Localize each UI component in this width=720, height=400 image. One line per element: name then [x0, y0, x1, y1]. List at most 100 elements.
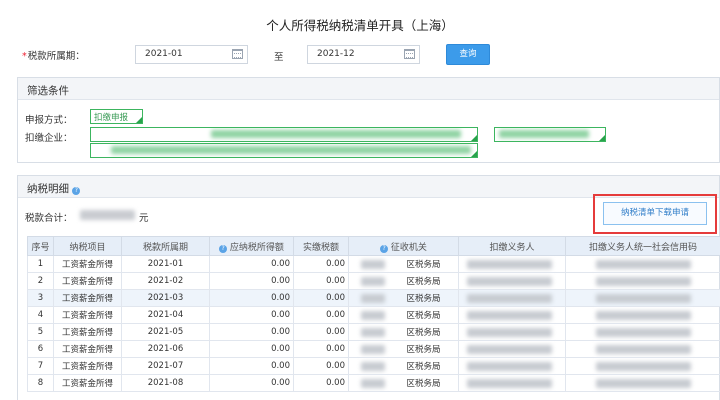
- cell-period: 2021-04: [122, 307, 210, 324]
- highlight-box: [593, 194, 717, 234]
- redacted-withholder: [467, 379, 552, 388]
- table-row[interactable]: 8工资薪金所得2021-080.000.00区税务局: [28, 375, 720, 392]
- redacted-district: [361, 260, 385, 269]
- total-unit: 元: [139, 210, 149, 224]
- col-header: 纳税项目: [54, 237, 122, 256]
- col-header: 扣缴义务人统一社会信用码: [566, 237, 720, 256]
- redacted-credit-code: [596, 345, 691, 354]
- redacted-district: [361, 362, 385, 371]
- cell-no: 2: [28, 273, 54, 290]
- redacted-credit-code: [596, 362, 691, 371]
- cell-period: 2021-05: [122, 324, 210, 341]
- cell-taxable: 0.00: [210, 358, 294, 375]
- col-header: 序号: [28, 237, 54, 256]
- redacted-total: [80, 210, 135, 220]
- total-label: 税款合计：: [25, 210, 73, 224]
- method-tag[interactable]: 扣缴申报: [90, 109, 143, 124]
- redacted-credit-code: [596, 277, 691, 286]
- col-header: 税款所属期: [122, 237, 210, 256]
- cell-item: 工资薪金所得: [54, 256, 122, 273]
- cell-credit-code: [566, 375, 720, 392]
- cell-no: 8: [28, 375, 54, 392]
- cell-item: 工资薪金所得: [54, 358, 122, 375]
- redacted-withholder: [467, 277, 552, 286]
- period-end-input[interactable]: 2021-12: [307, 45, 420, 64]
- table-header: 序号 纳税项目 税款所属期 ? 应纳税所得额 实缴税额 ? 征收机关 扣缴义务人…: [28, 237, 720, 256]
- redacted-district: [361, 379, 385, 388]
- info-icon[interactable]: ?: [380, 245, 388, 253]
- info-icon[interactable]: ?: [219, 245, 227, 253]
- redacted-district: [361, 328, 385, 337]
- col-header: ? 征收机关: [349, 237, 459, 256]
- col-header: 实缴税额: [294, 237, 349, 256]
- company-tag[interactable]: [90, 143, 478, 158]
- table-row[interactable]: 1工资薪金所得2021-010.000.00区税务局: [28, 256, 720, 273]
- cell-taxable: 0.00: [210, 341, 294, 358]
- redacted-withholder: [467, 328, 552, 337]
- calendar-icon[interactable]: [404, 49, 415, 59]
- redacted-withholder: [467, 260, 552, 269]
- cell-credit-code: [566, 358, 720, 375]
- cell-withholder: [459, 358, 566, 375]
- cell-taxable: 0.00: [210, 256, 294, 273]
- cell-period: 2021-02: [122, 273, 210, 290]
- cell-period: 2021-03: [122, 290, 210, 307]
- cell-period: 2021-07: [122, 358, 210, 375]
- cell-period: 2021-08: [122, 375, 210, 392]
- table-row[interactable]: 5工资薪金所得2021-050.000.00区税务局: [28, 324, 720, 341]
- table-row[interactable]: 2工资薪金所得2021-020.000.00区税务局: [28, 273, 720, 290]
- redacted-district: [361, 345, 385, 354]
- redacted-company: [111, 146, 471, 154]
- method-tag-label: 扣缴申报: [94, 113, 128, 123]
- period-separator: 至: [274, 49, 284, 63]
- table-row[interactable]: 4工资薪金所得2021-040.000.00区税务局: [28, 307, 720, 324]
- required-mark: *: [22, 51, 27, 62]
- cell-authority: 区税务局: [349, 307, 459, 324]
- company-tag[interactable]: [90, 127, 478, 142]
- cell-paid: 0.00: [294, 307, 349, 324]
- cell-taxable: 0.00: [210, 307, 294, 324]
- method-label: 申报方式：: [25, 112, 73, 126]
- table-row[interactable]: 6工资薪金所得2021-060.000.00区税务局: [28, 341, 720, 358]
- query-button[interactable]: 查询: [446, 44, 490, 65]
- cell-item: 工资薪金所得: [54, 307, 122, 324]
- tax-detail-table: 序号 纳税项目 税款所属期 ? 应纳税所得额 实缴税额 ? 征收机关 扣缴义务人…: [27, 236, 720, 392]
- redacted-company: [211, 130, 461, 138]
- period-start-value: 2021-01: [145, 49, 183, 59]
- cell-withholder: [459, 256, 566, 273]
- table-row[interactable]: 3工资薪金所得2021-030.000.00区税务局: [28, 290, 720, 307]
- company-tag[interactable]: [494, 127, 606, 142]
- cell-credit-code: [566, 324, 720, 341]
- page-title: 个人所得税纳税清单开具（上海）: [0, 15, 720, 34]
- calendar-icon[interactable]: [232, 49, 243, 59]
- redacted-credit-code: [596, 328, 691, 337]
- redacted-credit-code: [596, 379, 691, 388]
- cell-credit-code: [566, 341, 720, 358]
- redacted-withholder: [467, 294, 552, 303]
- redacted-withholder: [467, 345, 552, 354]
- cell-withholder: [459, 290, 566, 307]
- period-start-input[interactable]: 2021-01: [135, 45, 248, 64]
- cell-authority: 区税务局: [349, 358, 459, 375]
- cell-authority: 区税务局: [349, 341, 459, 358]
- cell-credit-code: [566, 273, 720, 290]
- redacted-withholder: [467, 362, 552, 371]
- cell-paid: 0.00: [294, 273, 349, 290]
- redacted-company: [499, 130, 589, 138]
- table-row[interactable]: 7工资薪金所得2021-070.000.00区税务局: [28, 358, 720, 375]
- cell-item: 工资薪金所得: [54, 341, 122, 358]
- col-header: ? 应纳税所得额: [210, 237, 294, 256]
- cell-authority: 区税务局: [349, 256, 459, 273]
- cell-withholder: [459, 273, 566, 290]
- redacted-district: [361, 311, 385, 320]
- cell-no: 3: [28, 290, 54, 307]
- cell-taxable: 0.00: [210, 375, 294, 392]
- cell-paid: 0.00: [294, 358, 349, 375]
- cell-authority: 区税务局: [349, 324, 459, 341]
- cell-paid: 0.00: [294, 341, 349, 358]
- cell-item: 工资薪金所得: [54, 324, 122, 341]
- cell-authority: 区税务局: [349, 375, 459, 392]
- cell-paid: 0.00: [294, 375, 349, 392]
- cell-withholder: [459, 324, 566, 341]
- info-icon[interactable]: ?: [72, 187, 80, 195]
